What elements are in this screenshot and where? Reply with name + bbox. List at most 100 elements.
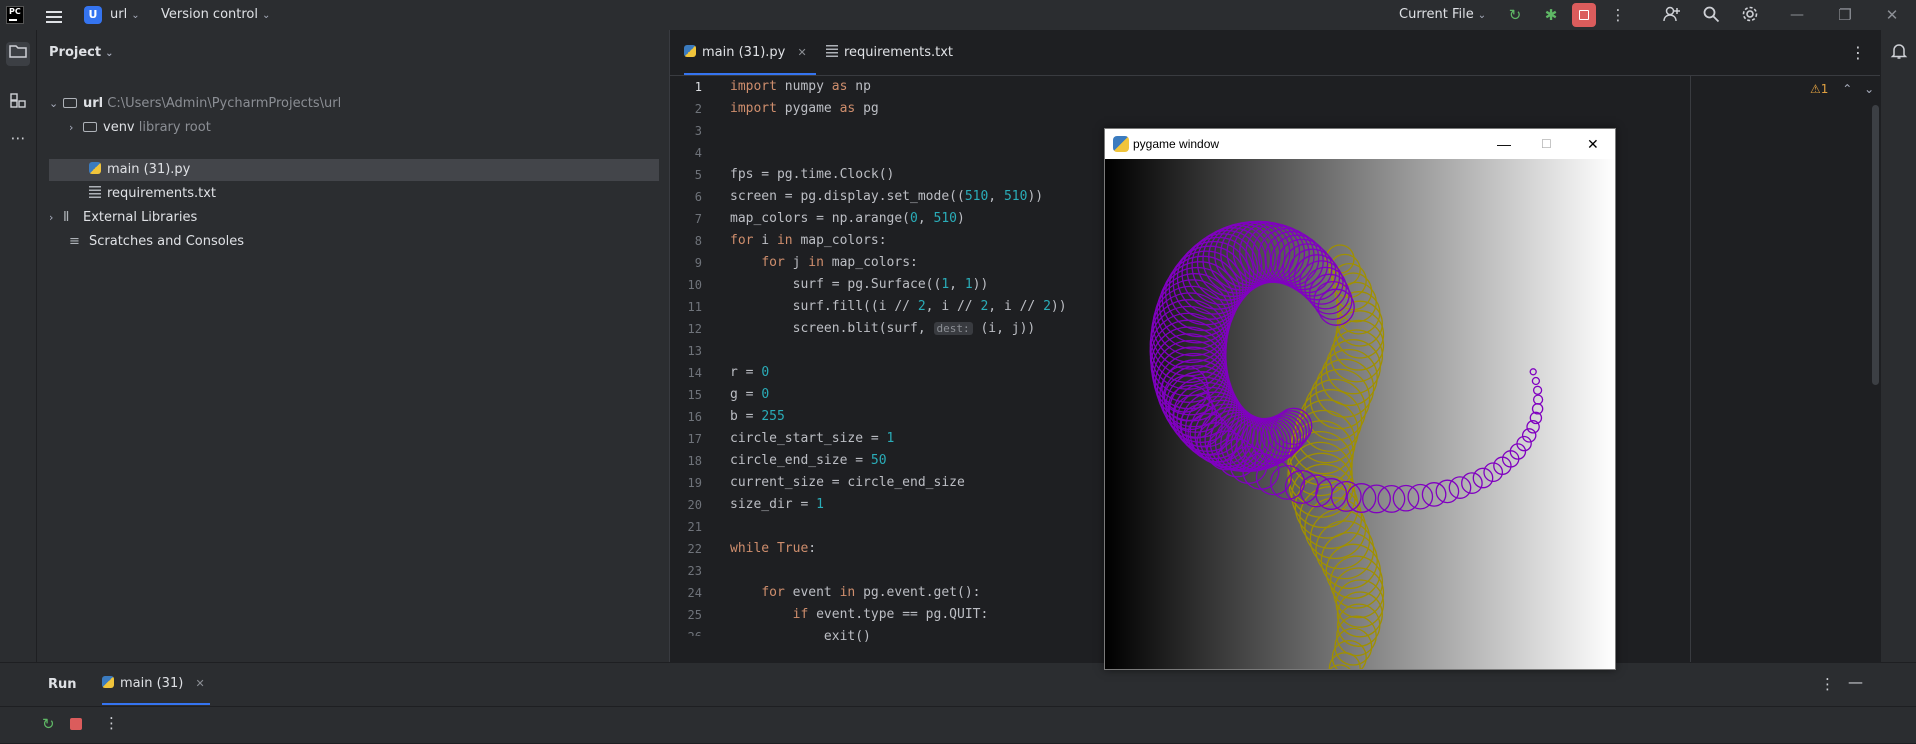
tab-requirements[interactable]: requirements.txt	[826, 30, 953, 75]
hide-panel-icon[interactable]: —	[1848, 673, 1863, 691]
close-icon[interactable]: ✕	[1587, 129, 1599, 159]
tree-item-scratches[interactable]: ≡ Scratches and Consoles	[69, 231, 244, 253]
code-line[interactable]: circle_start_size = 1	[730, 428, 894, 450]
more-actions-icon[interactable]: ⋮	[1608, 5, 1628, 25]
code-token: current_size = circle_end_size	[730, 475, 965, 490]
code-token: 0	[910, 211, 918, 226]
code-line[interactable]: surf = pg.Surface((1, 1))	[730, 274, 989, 296]
chevron-down-icon[interactable]: ⌄	[1864, 82, 1874, 96]
code-line[interactable]: import pygame as pg	[730, 98, 879, 120]
code-token: pg	[855, 101, 879, 116]
code-line[interactable]: b = 255	[730, 406, 785, 428]
code-line[interactable]: for event in pg.event.get():	[730, 582, 980, 604]
notifications-bell-icon[interactable]	[1887, 42, 1911, 66]
project-switcher[interactable]: url ⌄	[110, 0, 140, 30]
code-token: 2	[1043, 299, 1051, 314]
project-panel-header[interactable]: Project ⌄	[49, 45, 113, 60]
pycharm-logo-icon: PC	[6, 6, 24, 24]
pygame-window-titlebar[interactable]: pygame window — ☐ ✕	[1105, 129, 1615, 159]
code-token: screen.blit(surf,	[730, 321, 934, 336]
run-config-selector[interactable]: Current File ⌄	[1399, 0, 1486, 30]
chevron-up-icon[interactable]: ⌃	[1842, 82, 1852, 96]
code-token: map_colors:	[792, 233, 887, 248]
search-icon[interactable]	[1701, 5, 1721, 25]
code-line[interactable]: if event.type == pg.QUIT:	[730, 604, 989, 626]
tool-window-strip: ⋯ ⚙	[0, 30, 37, 742]
run-config-label: Current File	[1399, 7, 1474, 22]
minimize-icon[interactable]: —	[1497, 129, 1511, 159]
code-line[interactable]: g = 0	[730, 384, 769, 406]
code-line[interactable]: current_size = circle_end_size	[730, 472, 965, 494]
code-line[interactable]: fps = pg.time.Clock()	[730, 164, 894, 186]
code-token: 510	[964, 189, 989, 204]
restore-icon[interactable]: ❐	[1835, 5, 1855, 25]
run-tab-main[interactable]: main (31) ✕	[102, 671, 210, 705]
code-token: while	[730, 541, 770, 556]
code-token: 1	[941, 277, 950, 292]
code-line[interactable]: for j in map_colors:	[730, 252, 918, 274]
tab-main-py[interactable]: main (31).py ✕	[684, 30, 816, 75]
project-badge[interactable]: U	[84, 6, 102, 24]
structure-icon[interactable]	[6, 92, 30, 116]
tree-item-main-py[interactable]: main (31).py	[49, 159, 659, 181]
debug-icon[interactable]: ✱	[1541, 5, 1561, 25]
chevron-right-icon[interactable]: ›	[49, 207, 63, 229]
project-folder-icon[interactable]	[6, 42, 30, 66]
run-options-icon[interactable]: ⋮	[1820, 675, 1835, 693]
close-tab-icon[interactable]: ✕	[798, 46, 807, 59]
code-token: as	[839, 101, 856, 116]
warning-indicator[interactable]: ⚠1 ⌃ ⌄	[1810, 82, 1874, 96]
main-menu-icon[interactable]	[46, 8, 62, 26]
code-line[interactable]: while True:	[730, 538, 816, 560]
python-snake-icon	[1113, 136, 1129, 152]
code-line[interactable]: screen = pg.display.set_mode((510, 510))	[730, 186, 1043, 208]
code-token: b =	[730, 409, 762, 424]
code-token: 1	[886, 431, 895, 446]
code-line[interactable]: screen.blit(surf, dest: (i, j))	[730, 318, 1036, 340]
pygame-window[interactable]: pygame window — ☐ ✕	[1104, 128, 1616, 670]
chevron-down-icon[interactable]: ⌄	[49, 93, 63, 115]
rerun-icon[interactable]: ↻	[42, 715, 55, 733]
title-bar: PC U url ⌄ Version control ⌄ Current File ⌄…	[0, 0, 1916, 30]
vertical-scrollbar[interactable]	[1872, 105, 1879, 385]
tree-item-venv[interactable]: › venv library root	[69, 117, 211, 139]
code-line[interactable]: exit()	[730, 626, 871, 648]
minimize-icon[interactable]: —	[1787, 5, 1807, 25]
code-token: j	[784, 255, 809, 270]
code-line[interactable]: r = 0	[730, 362, 769, 384]
tree-item-label: url	[83, 96, 104, 111]
code-token: pygame	[776, 101, 840, 116]
close-icon[interactable]: ✕	[1882, 5, 1902, 25]
code-token: event.type == pg.QUIT:	[808, 607, 989, 622]
tab-label: main (31).py	[702, 45, 786, 60]
code-token: , i //	[925, 299, 981, 314]
rerun-icon[interactable]: ↻	[1505, 5, 1525, 25]
code-token: circle_end_size =	[730, 453, 871, 468]
version-control-menu[interactable]: Version control ⌄	[161, 0, 270, 30]
stop-icon[interactable]	[70, 718, 82, 730]
pygame-canvas[interactable]	[1105, 159, 1615, 669]
maximize-icon[interactable]: ☐	[1541, 129, 1552, 159]
code-token: )	[956, 211, 965, 226]
code-line[interactable]: map_colors = np.arange(0, 510)	[730, 208, 965, 230]
tree-item-requirements[interactable]: requirements.txt	[89, 183, 216, 205]
code-line[interactable]: for i in map_colors:	[730, 230, 887, 252]
code-token: 2	[917, 299, 926, 314]
more-options-icon[interactable]: ⋮	[104, 714, 119, 732]
tree-item-external-libraries[interactable]: › Ⅱ External Libraries	[49, 207, 197, 229]
code-line[interactable]: size_dir = 1	[730, 494, 824, 516]
add-user-icon[interactable]	[1662, 5, 1682, 25]
code-token: 0	[761, 365, 770, 380]
stop-button[interactable]	[1572, 3, 1596, 27]
code-line[interactable]: surf.fill((i // 2, i // 2, i // 2))	[730, 296, 1067, 318]
tree-item-root[interactable]: ⌄ url C:\Users\Admin\PycharmProjects\url	[49, 93, 341, 115]
code-line[interactable]: circle_end_size = 50	[730, 450, 887, 472]
code-line[interactable]: import numpy as np	[730, 76, 871, 98]
settings-gear-icon[interactable]	[1740, 5, 1760, 25]
tab-options-icon[interactable]: ⋮	[1850, 30, 1866, 75]
run-panel: Run main (31) ✕ ⋮ — ↻ ⋮	[0, 662, 1916, 743]
close-tab-icon[interactable]: ✕	[195, 677, 204, 690]
chevron-right-icon[interactable]: ›	[69, 117, 83, 139]
more-tools-icon[interactable]: ⋯	[6, 126, 30, 150]
